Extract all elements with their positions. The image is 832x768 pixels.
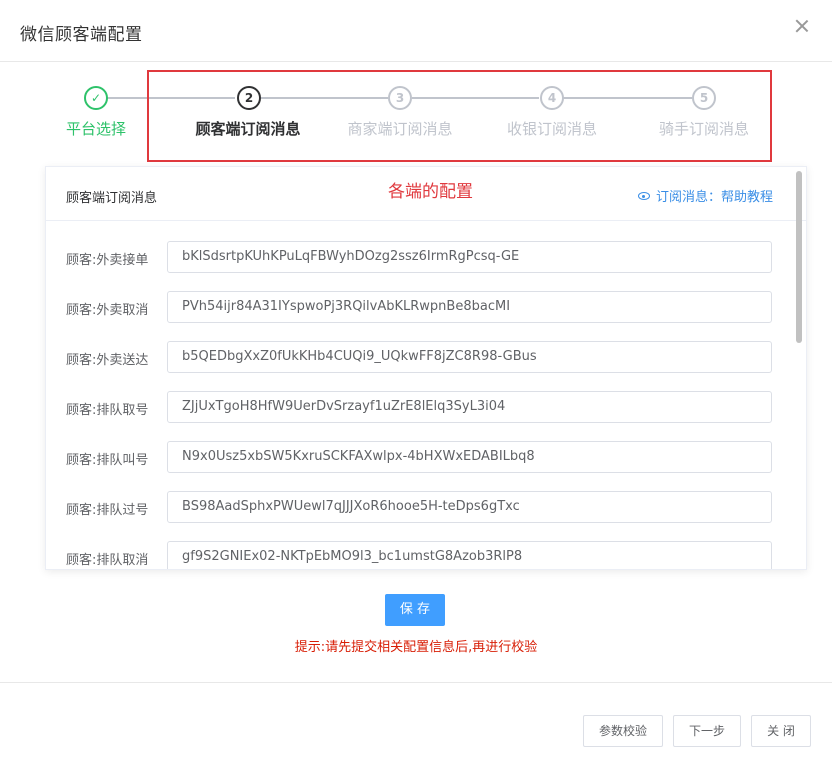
check-params-button[interactable]: 参数校验	[583, 715, 663, 747]
dialog-title: 微信顾客端配置	[20, 25, 143, 45]
form-row: 顾客:外卖送达 b5QEDbgXxZ0fUkKHb4CUQi9_UQkwFF8j…	[46, 341, 806, 373]
field-label: 顾客:外卖接单	[66, 253, 149, 268]
form-row: 顾客:外卖取消 PVh54ijr84A31IYspwoPj3RQilvAbKLR…	[46, 291, 806, 323]
subscription-panel: 顾客端订阅消息 各端的配置 订阅消息：帮助教程 顾客:外卖接单 bKlSdsrt…	[45, 166, 807, 570]
annotation-text: 各端的配置	[388, 182, 473, 202]
template-id-input[interactable]: BS98AadSphxPWUewl7qJJJXoR6hooe5H-teDps6g…	[167, 491, 772, 523]
form-row: 顾客:排队过号 BS98AadSphxPWUewl7qJJJXoR6hooe5H…	[46, 491, 806, 523]
template-id-input[interactable]: bKlSdsrtpKUhKPuLqFBWyhDOzg2ssz6IrmRgPcsq…	[167, 241, 772, 273]
form-row: 顾客:排队取号 ZJjUxTgoH8HfW9UerDvSrzayf1uZrE8l…	[46, 391, 806, 423]
step-1-check-icon: ✓	[84, 86, 108, 110]
form-row: 顾客:排队取消 gf9S2GNIEx02-NKTpEbMO9l3_bc1umst…	[46, 541, 806, 569]
save-button[interactable]: 保 存	[385, 594, 445, 626]
close-icon[interactable]	[794, 18, 810, 34]
dialog-header: 微信顾客端配置	[0, 0, 832, 62]
field-label: 顾客:排队过号	[66, 503, 149, 518]
field-label: 顾客:外卖送达	[66, 353, 149, 368]
close-button[interactable]: 关 闭	[751, 715, 811, 747]
hint-text: 提示:请先提交相关配置信息后,再进行校验	[294, 640, 538, 655]
dialog-footer: 参数校验 下一步 关 闭	[0, 682, 832, 768]
template-id-input[interactable]: PVh54ijr84A31IYspwoPj3RQilvAbKLRwpnBe8ba…	[167, 291, 772, 323]
field-label: 顾客:排队取消	[66, 553, 149, 568]
form-row: 顾客:外卖接单 bKlSdsrtpKUhKPuLqFBWyhDOzg2ssz6I…	[46, 241, 806, 273]
help-link-label: 订阅消息：帮助教程	[655, 190, 773, 205]
template-id-input[interactable]: b5QEDbgXxZ0fUkKHb4CUQi9_UQkwFF8jZC8R98-G…	[167, 341, 772, 373]
help-link[interactable]: 订阅消息：帮助教程	[637, 186, 773, 205]
next-step-button[interactable]: 下一步	[673, 715, 741, 747]
panel-scrollbar[interactable]	[796, 171, 802, 343]
template-id-input[interactable]: ZJjUxTgoH8HfW9UerDvSrzayf1uZrE8lElq3SyL3…	[167, 391, 772, 423]
template-id-input[interactable]: gf9S2GNIEx02-NKTpEbMO9l3_bc1umstG8Azob3R…	[167, 541, 772, 569]
eye-icon	[637, 192, 650, 200]
field-label: 顾客:排队叫号	[66, 453, 149, 468]
field-label: 顾客:排队取号	[66, 403, 149, 418]
panel-title: 顾客端订阅消息	[66, 191, 158, 206]
highlight-box	[147, 70, 772, 162]
template-id-input[interactable]: N9x0Usz5xbSW5KxruSCKFAXwlpx-4bHXWxEDABIL…	[167, 441, 772, 473]
form-row: 顾客:排队叫号 N9x0Usz5xbSW5KxruSCKFAXwlpx-4bHX…	[46, 441, 806, 473]
panel-header: 顾客端订阅消息 各端的配置 订阅消息：帮助教程	[46, 167, 806, 221]
config-dialog: 微信顾客端配置 ✓ 平台选择 2 顾客端订阅消息 3 商家端订阅消息 4 收银订…	[0, 0, 832, 768]
step-1-label[interactable]: 平台选择	[66, 118, 126, 139]
field-label: 顾客:外卖取消	[66, 303, 149, 318]
